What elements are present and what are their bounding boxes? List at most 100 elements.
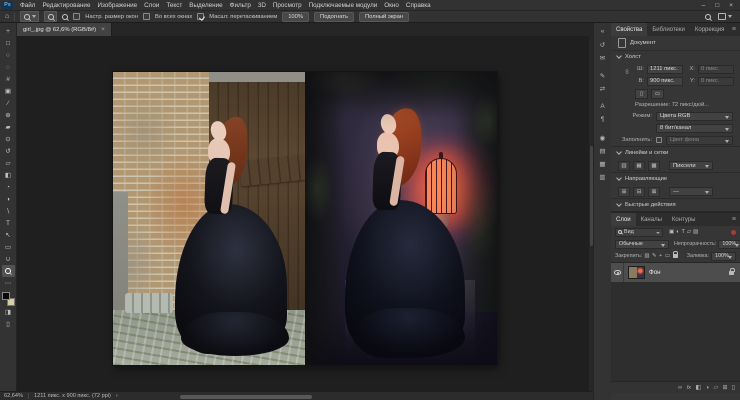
tab-layers[interactable]: Слои xyxy=(611,213,636,226)
quick-selection-tool[interactable]: ◌ xyxy=(2,61,15,73)
panel-menu-icon[interactable]: ≡ xyxy=(732,23,740,36)
landscape-orientation-button[interactable]: ▭ xyxy=(651,89,664,99)
menu-select[interactable]: Выделение xyxy=(189,2,222,9)
menu-image[interactable]: Изображение xyxy=(97,2,137,9)
fill-screen-button[interactable]: Полный экран xyxy=(359,12,409,22)
move-tool[interactable]: + xyxy=(2,25,15,37)
filter-smart-objects-icon[interactable]: ▨ xyxy=(693,229,698,235)
portrait-orientation-button[interactable]: ▯ xyxy=(635,89,648,99)
fit-screen-button[interactable]: Подогнать xyxy=(314,12,354,22)
filter-toggle[interactable] xyxy=(731,230,736,235)
document-tab[interactable]: girl_.jpg @ 62,6% (RGB/8#) × xyxy=(17,23,112,36)
tab-adjustments[interactable]: Коррекция xyxy=(690,23,730,36)
menu-3d[interactable]: 3D xyxy=(258,2,266,9)
panel-menu-icon[interactable]: ≡ xyxy=(732,213,740,226)
menu-edit[interactable]: Редактирование xyxy=(42,2,90,9)
lock-all-icon[interactable] xyxy=(673,254,678,258)
history-brush-tool[interactable]: ↺ xyxy=(2,145,15,157)
open-image[interactable] xyxy=(113,72,497,365)
filter-type-layers-icon[interactable]: T xyxy=(682,229,685,235)
tab-libraries[interactable]: Библиотеки xyxy=(647,23,690,36)
brush-settings-icon[interactable]: ✎ xyxy=(600,69,605,82)
horizontal-scroll-thumb[interactable] xyxy=(180,395,312,399)
lock-position-icon[interactable]: + xyxy=(659,253,662,259)
zoom-tool[interactable] xyxy=(2,265,15,277)
toggle-rulers-button[interactable]: ▥ xyxy=(618,161,630,171)
character-icon[interactable]: A xyxy=(600,100,604,113)
opacity-dropdown[interactable]: 100% xyxy=(718,240,740,249)
type-tool[interactable]: T xyxy=(2,217,15,229)
clone-source-icon[interactable]: ⇄ xyxy=(600,82,605,95)
layer-row-background[interactable]: Фон xyxy=(611,263,740,282)
frame-tool[interactable]: ▣ xyxy=(2,85,15,97)
bit-depth-dropdown[interactable]: 8 бит/канал xyxy=(656,124,733,133)
healing-brush-tool[interactable]: ⊕ xyxy=(2,109,15,121)
menu-type[interactable]: Текст xyxy=(166,2,182,9)
clone-stamp-tool[interactable]: ⊙ xyxy=(2,133,15,145)
toggle-grid-button[interactable]: ▦ xyxy=(633,161,645,171)
marquee-tool[interactable]: □ xyxy=(2,37,15,49)
tab-properties[interactable]: Свойства xyxy=(611,23,647,36)
units-dropdown[interactable]: Пиксели xyxy=(669,161,713,170)
minimize-button[interactable]: – xyxy=(702,2,706,9)
layer-name[interactable]: Фон xyxy=(649,269,661,276)
edit-toolbar-button[interactable]: ⋯ xyxy=(2,277,15,289)
hand-tool[interactable]: ∪ xyxy=(2,253,15,265)
menu-filter[interactable]: Фильтр xyxy=(230,2,251,9)
zoom-all-windows-checkbox[interactable] xyxy=(143,13,150,20)
workspace-switcher[interactable] xyxy=(718,13,732,20)
menu-plugins[interactable]: Подключаемые модули xyxy=(309,2,378,9)
paragraph-icon[interactable]: ¶ xyxy=(601,113,605,126)
zoom-out-icon[interactable] xyxy=(62,14,68,20)
clear-guides-button[interactable]: ⊟ xyxy=(633,187,645,197)
color-icon[interactable]: ◉ xyxy=(600,131,606,144)
layer-effects-icon[interactable]: fx xyxy=(687,385,691,391)
crop-tool[interactable]: # xyxy=(2,73,15,85)
filter-shape-layers-icon[interactable]: ▱ xyxy=(687,229,691,235)
link-layers-icon[interactable]: ∞ xyxy=(678,385,682,391)
maximize-button[interactable]: □ xyxy=(715,2,719,9)
zoom-tool-preset[interactable] xyxy=(20,11,39,22)
grid-settings-button[interactable]: ▩ xyxy=(648,161,660,171)
guides-section-header[interactable]: Направляющие xyxy=(611,173,740,185)
visibility-cell[interactable] xyxy=(611,263,624,282)
rulers-section-header[interactable]: Линейки и сетки xyxy=(611,147,740,159)
shape-tool[interactable]: ▭ xyxy=(2,241,15,253)
quick-actions-header[interactable]: Быстрые действия xyxy=(611,199,740,211)
menu-help[interactable]: Справка xyxy=(406,2,431,9)
home-icon[interactable]: ⌂ xyxy=(5,13,9,20)
zoom-in-button[interactable] xyxy=(44,11,57,22)
adjustment-layer-icon[interactable]: ◑ xyxy=(705,385,709,391)
link-dimensions-icon[interactable]: ∞ xyxy=(623,69,630,74)
filter-pixel-layers-icon[interactable]: ▣ xyxy=(669,229,674,235)
pen-tool[interactable]: ∖ xyxy=(2,205,15,217)
height-field[interactable]: 900 пикс. xyxy=(647,77,683,86)
tab-paths[interactable]: Контуры xyxy=(667,213,701,226)
fill-dropdown[interactable]: 100% xyxy=(711,252,736,261)
menu-file[interactable]: Файл xyxy=(20,2,35,9)
color-swatches[interactable] xyxy=(2,292,15,306)
status-chevron-icon[interactable]: › xyxy=(116,393,118,399)
blend-mode-dropdown[interactable]: Обычные xyxy=(615,240,669,249)
menu-window[interactable]: Окно xyxy=(384,2,399,9)
layer-thumbnail[interactable] xyxy=(628,266,645,279)
close-button[interactable]: × xyxy=(729,2,733,9)
lasso-tool[interactable]: ○ xyxy=(2,49,15,61)
delete-layer-icon[interactable]: ▯ xyxy=(732,385,735,391)
menu-layers[interactable]: Слои xyxy=(144,2,159,9)
gradient-tool[interactable]: ◧ xyxy=(2,169,15,181)
scrubby-zoom-checkbox[interactable] xyxy=(197,13,204,20)
new-group-icon[interactable]: ▱ xyxy=(713,385,717,391)
dodge-tool[interactable]: ◑ xyxy=(2,193,15,205)
eraser-tool[interactable]: ▱ xyxy=(2,157,15,169)
lock-transparency-icon[interactable]: ▨ xyxy=(644,253,649,259)
tab-channels[interactable]: Каналы xyxy=(636,213,667,226)
canvas-area[interactable] xyxy=(17,36,593,391)
fill-checkbox[interactable] xyxy=(656,137,662,143)
zoom-level[interactable]: 62,64% xyxy=(4,393,23,399)
eyedropper-tool[interactable]: ∕ xyxy=(2,97,15,109)
width-field[interactable]: 1211 пикс. xyxy=(647,65,683,74)
zoom-100-button[interactable]: 100% xyxy=(282,12,309,22)
patterns-icon[interactable]: ▦ xyxy=(599,157,605,170)
screen-mode-button[interactable]: ▯ xyxy=(2,318,15,330)
